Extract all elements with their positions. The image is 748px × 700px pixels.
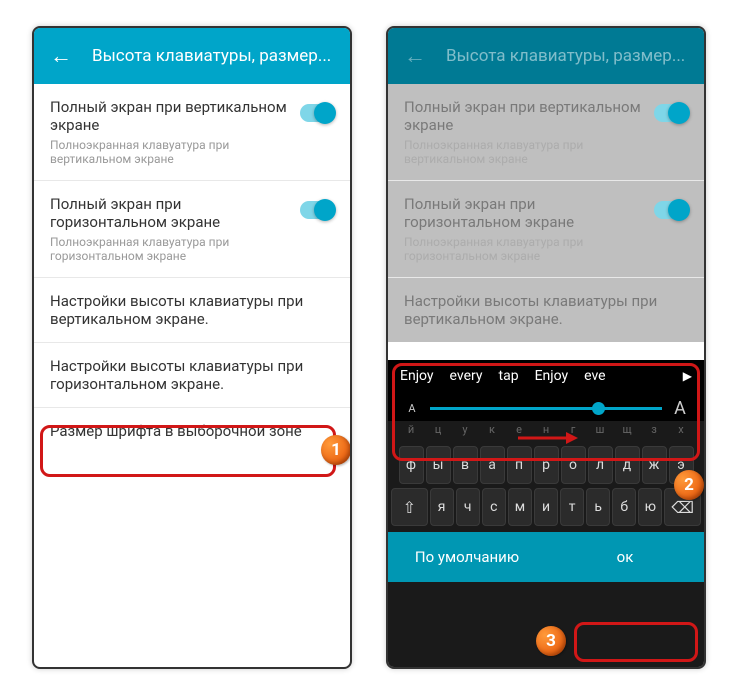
setting-height-vertical[interactable]: Настройки высоты клавиатуры при вертикал… [34, 278, 350, 343]
phone-left: ← Высота клавиатуры, размер... Полный эк… [32, 26, 352, 669]
toolbar: ← Высота клавиатуры, размер... [388, 28, 704, 84]
step-badge-2: 2 [674, 470, 704, 500]
dialog-action-bar: По умолчанию ок [388, 532, 704, 582]
keyboard-row: ⇧ я ч с м и т ь б ю ⌫ [388, 486, 704, 528]
setting-label: Размер шрифта в выборочной зоне [50, 422, 334, 440]
setting-label: Полный экран при горизонтальном экране [404, 195, 654, 231]
suggestion-item[interactable]: eve [578, 368, 611, 384]
phone-right: ← Высота клавиатуры, размер... Полный эк… [386, 26, 706, 669]
font-size-slider-row: A A [388, 392, 704, 421]
setting-height-horizontal[interactable]: Настройки высоты клавиатуры при горизонт… [34, 343, 350, 408]
suggestion-bar: Enjoy every tap Enjoy eve ▶ [388, 360, 704, 392]
key[interactable]: б [612, 488, 636, 526]
suggestion-item[interactable]: Enjoy [529, 368, 575, 384]
setting-sub: Полноэкранная клавуатура при вертикально… [404, 138, 654, 166]
setting-font-size[interactable]: Размер шрифта в выборочной зоне [34, 408, 350, 454]
setting-label: Полный экран при горизонтальном экране [50, 195, 300, 231]
slider-min-icon: A [398, 402, 426, 415]
key[interactable]: ж [642, 446, 667, 484]
toggle-switch[interactable] [300, 104, 334, 122]
suggestion-item[interactable]: every [444, 368, 489, 384]
key[interactable]: ю [638, 488, 662, 526]
key[interactable]: я [430, 488, 454, 526]
toolbar: ← Высота клавиатуры, размер... [34, 28, 350, 84]
toggle-switch [654, 201, 688, 219]
key[interactable]: ь [586, 488, 610, 526]
setting-vertical-fullscreen: Полный экран при вертикальном экране Пол… [388, 84, 704, 181]
step-badge-1: 1 [321, 435, 351, 465]
suggestion-item[interactable]: tap [493, 368, 525, 384]
back-icon[interactable]: ← [50, 43, 72, 69]
key[interactable]: л [588, 446, 613, 484]
setting-sub: Полноэкранная клавуатура при горизонталь… [50, 235, 300, 263]
setting-label: Настройки высоты клавиатуры при вертикал… [404, 292, 688, 328]
keyboard-row: ф ы в а п р о л д ж э [388, 444, 704, 486]
key[interactable]: а [480, 446, 505, 484]
default-button[interactable]: По умолчанию [388, 532, 546, 582]
key[interactable]: п [507, 446, 532, 484]
toggle-switch[interactable] [300, 201, 334, 219]
setting-horizontal-fullscreen[interactable]: Полный экран при горизонтальном экране П… [34, 181, 350, 278]
font-size-slider[interactable] [430, 407, 662, 410]
page-title: Высота клавиатуры, размер... [92, 46, 331, 66]
key[interactable]: и [534, 488, 558, 526]
key[interactable]: д [615, 446, 640, 484]
key[interactable]: ф [399, 446, 424, 484]
back-icon: ← [404, 43, 426, 69]
key[interactable]: м [508, 488, 532, 526]
slider-max-icon: A [666, 398, 694, 419]
key[interactable]: в [453, 446, 478, 484]
key[interactable]: ы [426, 446, 451, 484]
chevron-right-icon[interactable]: ▶ [677, 369, 698, 383]
key[interactable]: ч [456, 488, 480, 526]
setting-horizontal-fullscreen: Полный экран при горизонтальном экране П… [388, 181, 704, 278]
ok-button[interactable]: ок [546, 532, 704, 582]
keyboard-rows: ф ы в а п р о л д ж э ⇧ я ч с м [388, 438, 704, 532]
key[interactable]: т [560, 488, 584, 526]
setting-height-vertical: Настройки высоты клавиатуры при вертикал… [388, 278, 704, 342]
keyboard-area: Enjoy every tap Enjoy eve ▶ A A й ц у к … [388, 360, 704, 667]
toggle-switch [654, 104, 688, 122]
key[interactable]: р [534, 446, 559, 484]
setting-vertical-fullscreen[interactable]: Полный экран при вертикальном экране Пол… [34, 84, 350, 181]
setting-sub: Полноэкранная клавуатура при горизонталь… [404, 235, 654, 263]
setting-label: Настройки высоты клавиатуры при горизонт… [50, 357, 334, 393]
shift-key[interactable]: ⇧ [391, 488, 428, 526]
page-title: Высота клавиатуры, размер... [446, 46, 685, 66]
arrow-right-icon [518, 430, 578, 446]
setting-label: Полный экран при вертикальном экране [404, 98, 654, 134]
key[interactable]: о [561, 446, 586, 484]
setting-label: Полный экран при вертикальном экране [50, 98, 300, 134]
setting-sub: Полноэкранная клавуатура при вертикально… [50, 138, 300, 166]
key[interactable]: с [482, 488, 506, 526]
step-badge-3: 3 [536, 626, 566, 656]
suggestion-item[interactable]: Enjoy [394, 368, 440, 384]
setting-label: Настройки высоты клавиатуры при вертикал… [50, 292, 334, 328]
